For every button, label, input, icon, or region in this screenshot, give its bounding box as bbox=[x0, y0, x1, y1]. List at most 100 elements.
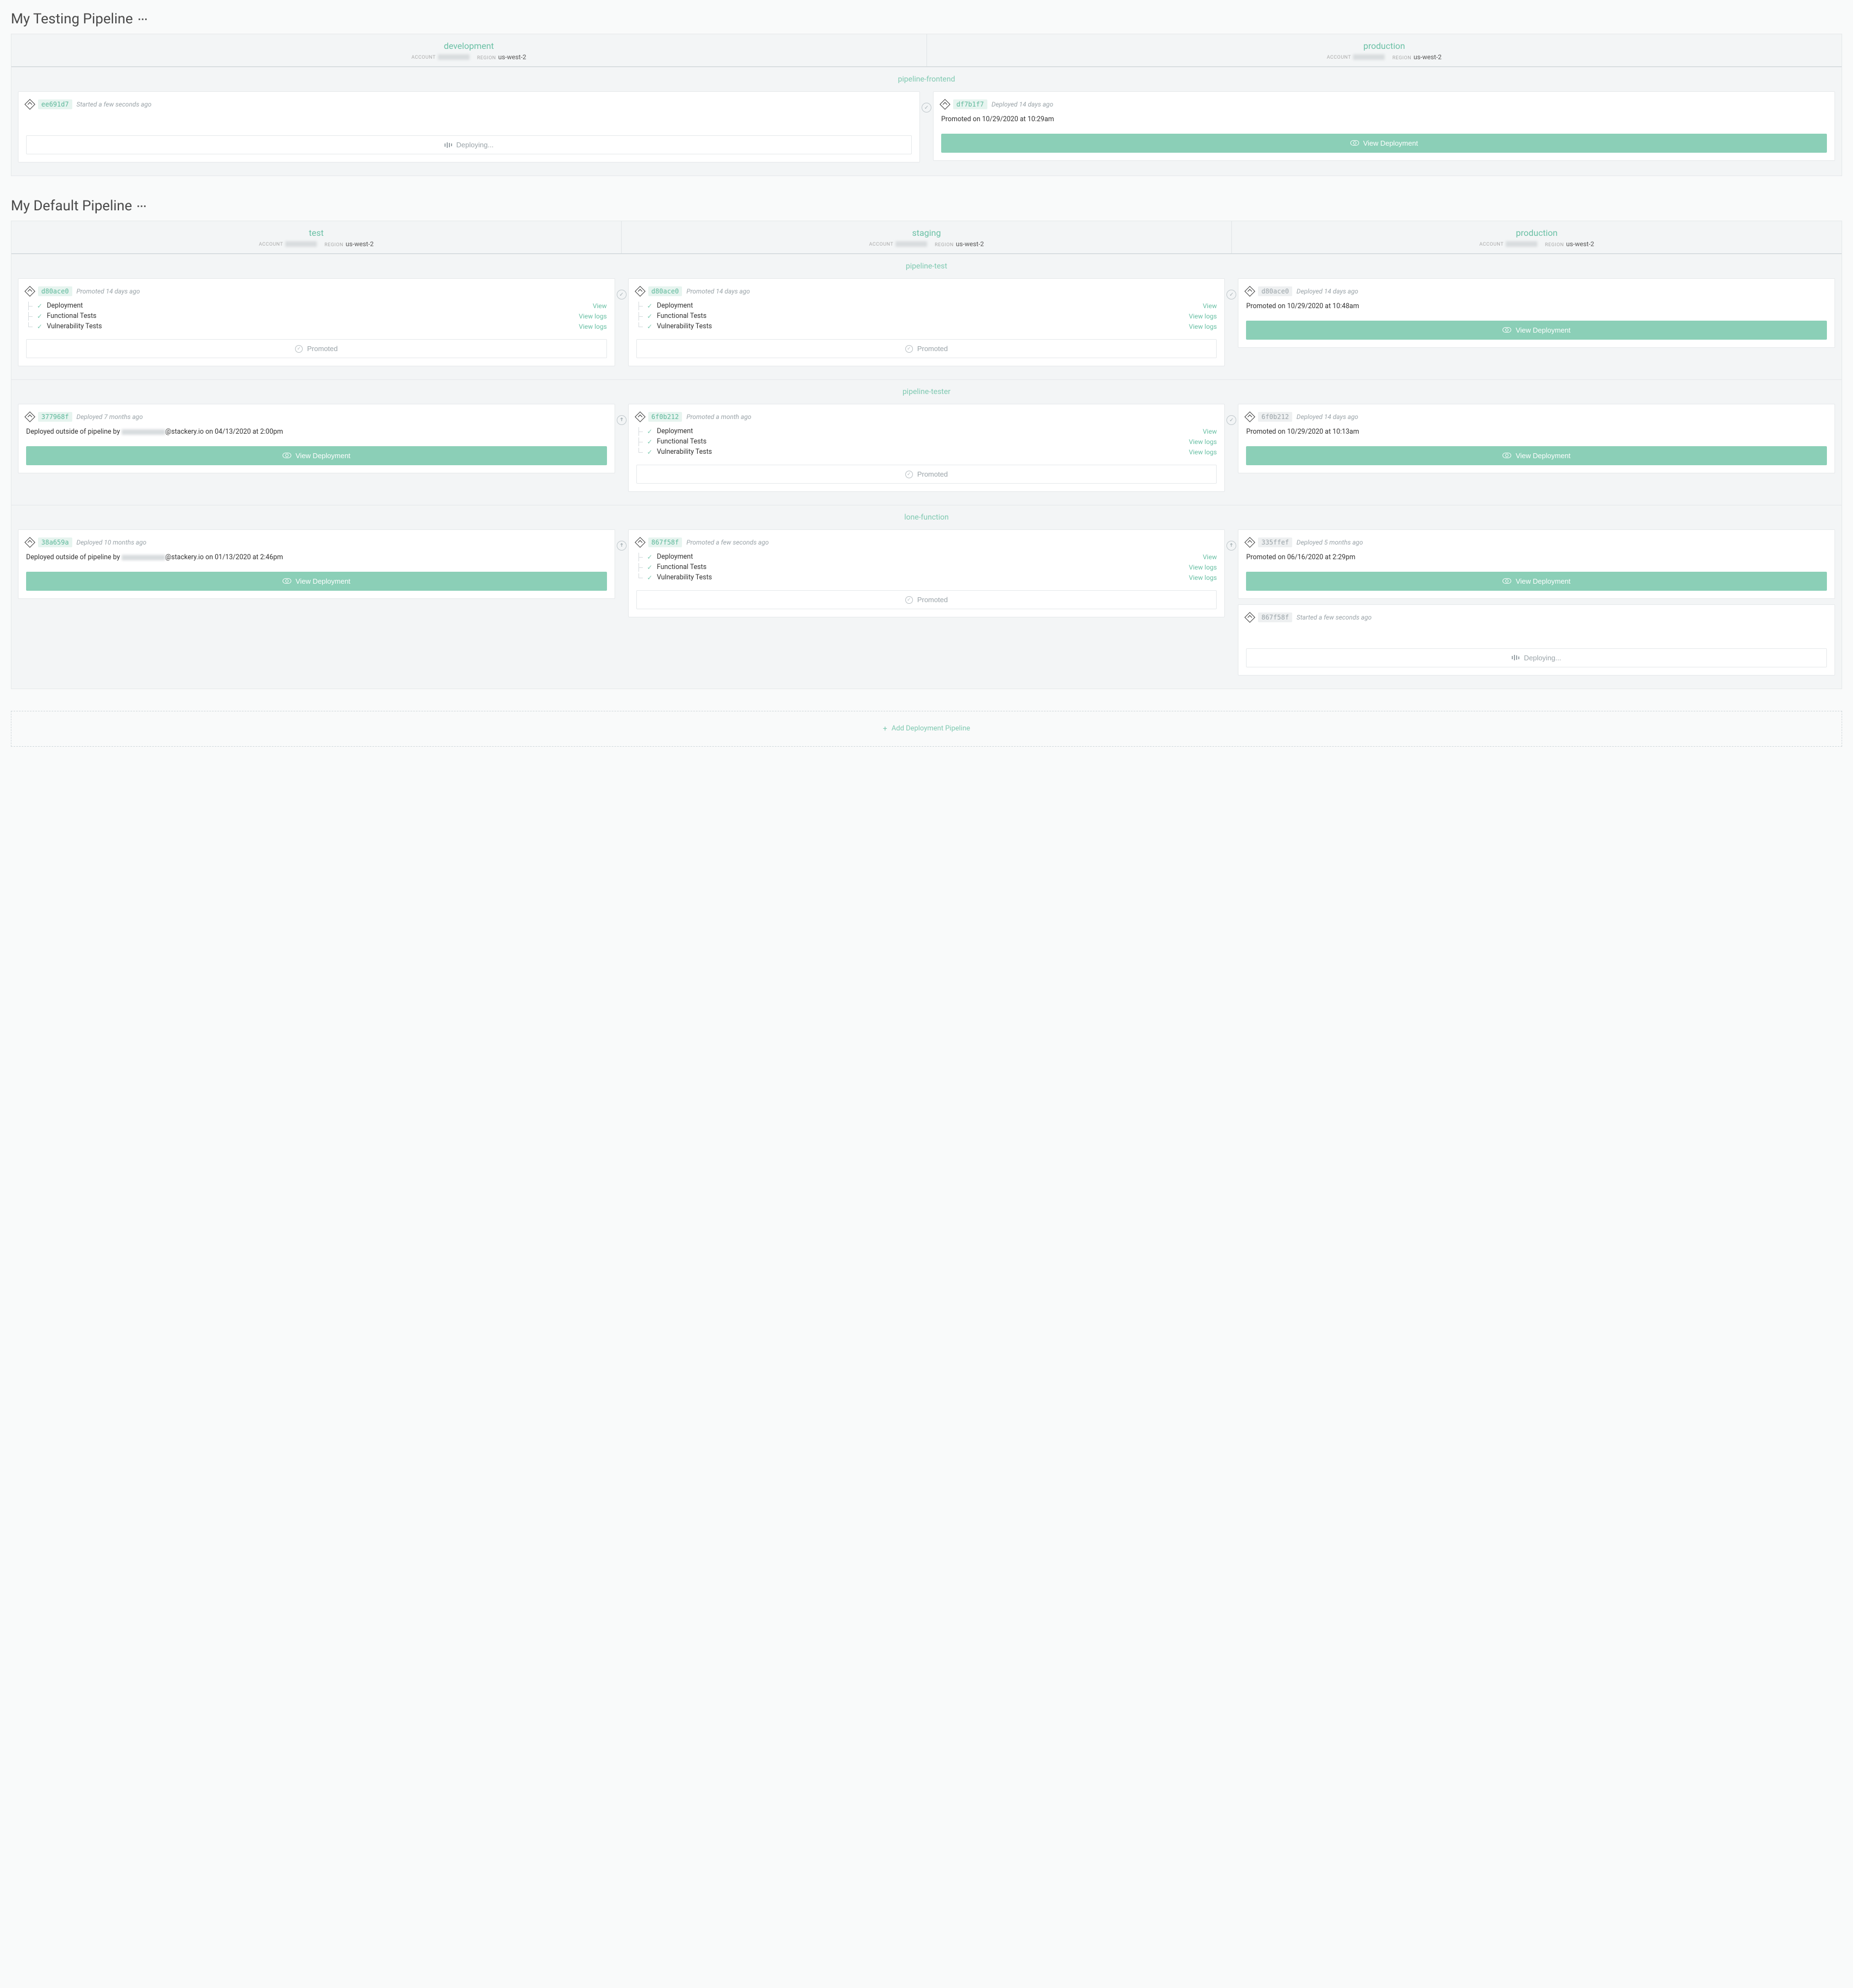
deployment-card: 867f58fStarted a few seconds ago Deployi… bbox=[1238, 604, 1835, 676]
commit-sha[interactable]: df7b1f7 bbox=[953, 99, 987, 109]
connector-check-icon bbox=[616, 289, 627, 300]
view-logs-link[interactable]: View logs bbox=[579, 323, 607, 330]
view-logs-link[interactable]: View logs bbox=[1189, 323, 1217, 330]
view-deployment-button[interactable]: View Deployment bbox=[1246, 572, 1827, 591]
stack-row: d80ace0Promoted 14 days ago✓DeploymentVi… bbox=[11, 278, 1842, 379]
view-deployment-button[interactable]: View Deployment bbox=[26, 446, 607, 465]
step-row: ✓DeploymentView bbox=[636, 426, 1217, 436]
stage-column: d80ace0Promoted 14 days ago✓DeploymentVi… bbox=[11, 278, 622, 379]
promoted-button: ✓Promoted bbox=[636, 465, 1217, 484]
commit-sha[interactable]: 867f58f bbox=[648, 537, 683, 547]
commit-sha[interactable]: ee691d7 bbox=[38, 99, 72, 109]
commit-icon bbox=[24, 537, 35, 548]
commit-sha[interactable]: 377968f bbox=[38, 412, 72, 422]
view-logs-link[interactable]: View logs bbox=[1189, 574, 1217, 582]
steps-list: ✓DeploymentView ✓ Functional TestsView log… bbox=[636, 552, 1217, 583]
redacted-email bbox=[122, 555, 165, 560]
stage-column: 38a659aDeployed 10 months agoDeployed ou… bbox=[11, 529, 622, 689]
deployment-card: 867f58fPromoted a few seconds ago✓Deploy… bbox=[628, 529, 1225, 617]
pipeline-title: My Default Pipeline bbox=[11, 198, 1842, 214]
more-icon[interactable] bbox=[137, 205, 146, 207]
step-row: ✓DeploymentView bbox=[636, 301, 1217, 311]
view-logs-link[interactable]: View logs bbox=[1189, 438, 1217, 446]
stack-row: ee691d7Started a few seconds ago Deployi… bbox=[11, 91, 1842, 176]
stack-name[interactable]: pipeline-test bbox=[11, 254, 1842, 278]
view-deployment-button[interactable]: View Deployment bbox=[1246, 321, 1827, 340]
step-name: Functional Tests bbox=[47, 312, 579, 320]
status-text: Deployed 14 days ago bbox=[1297, 413, 1359, 421]
pipeline-container: developmentACCOUNTREGIONus-west-2product… bbox=[11, 34, 1842, 176]
step-row: ✓Functional TestsView logs bbox=[636, 436, 1217, 447]
commit-icon bbox=[940, 99, 950, 110]
deployment-card: df7b1f7Deployed 14 days agoPromoted on 1… bbox=[933, 91, 1835, 161]
commit-icon bbox=[1244, 411, 1255, 422]
stack-name[interactable]: lone-function bbox=[11, 505, 1842, 529]
view-link[interactable]: View bbox=[1203, 302, 1217, 310]
steps-list: ✓DeploymentView✓Functional TestsView log… bbox=[636, 301, 1217, 332]
view-deployment-button[interactable]: View Deployment bbox=[1246, 446, 1827, 465]
card-body: Promoted on 06/16/2020 at 2:29pm bbox=[1246, 553, 1827, 563]
card-header: ee691d7Started a few seconds ago bbox=[26, 99, 912, 109]
commit-sha[interactable]: 335ffef bbox=[1258, 537, 1292, 547]
promoted-button: ✓Promoted bbox=[636, 339, 1217, 358]
card-header: 38a659aDeployed 10 months ago bbox=[26, 537, 607, 547]
deployment-card: 38a659aDeployed 10 months agoDeployed ou… bbox=[18, 529, 615, 599]
connector-check-icon bbox=[1226, 289, 1237, 300]
commit-sha[interactable]: d80ace0 bbox=[648, 286, 683, 296]
commit-sha[interactable]: 867f58f bbox=[1258, 612, 1292, 622]
commit-sha[interactable]: d80ace0 bbox=[38, 286, 72, 296]
commit-icon bbox=[635, 411, 646, 422]
view-link[interactable]: View bbox=[1203, 428, 1217, 435]
deployment-card: 335ffefDeployed 5 months agoPromoted on … bbox=[1238, 529, 1835, 599]
status-text: Promoted a month ago bbox=[686, 413, 751, 421]
steps-list: ✓DeploymentView✓Functional TestsView log… bbox=[636, 426, 1217, 457]
view-deployment-button[interactable]: View Deployment bbox=[26, 572, 607, 591]
step-row: ✓Vulnerability TestsView logs bbox=[636, 572, 1217, 583]
pipeline-block: My Default PipelinetestACCOUNTREGIONus-w… bbox=[11, 198, 1842, 689]
account-meta: ACCOUNT bbox=[411, 54, 469, 60]
view-logs-link[interactable]: View logs bbox=[579, 312, 607, 320]
promoted-check-icon: ✓ bbox=[905, 345, 913, 353]
step-name: Deployment bbox=[657, 427, 1203, 435]
view-logs-link[interactable]: View logs bbox=[1189, 312, 1217, 320]
region-label: REGION bbox=[324, 242, 343, 248]
stack-name[interactable]: pipeline-tester bbox=[11, 380, 1842, 404]
eye-icon bbox=[1503, 327, 1511, 333]
check-icon: ✓ bbox=[647, 302, 653, 310]
plus-icon: + bbox=[883, 724, 887, 733]
connector-promote-icon bbox=[616, 415, 627, 426]
deployment-card: d80ace0Deployed 14 days agoPromoted on 1… bbox=[1238, 278, 1835, 348]
redacted-account bbox=[1353, 54, 1385, 60]
add-pipeline-button[interactable]: +Add Deployment Pipeline bbox=[11, 711, 1842, 747]
commit-sha[interactable]: 6f0b212 bbox=[648, 412, 683, 422]
step-row: ✓DeploymentView bbox=[636, 552, 1217, 562]
commit-icon bbox=[635, 537, 646, 548]
stack-section: lone-function38a659aDeployed 10 months a… bbox=[11, 505, 1842, 689]
check-icon: ✓ bbox=[37, 323, 42, 330]
commit-sha[interactable]: 38a659a bbox=[38, 537, 72, 547]
account-label: ACCOUNT bbox=[1479, 242, 1504, 247]
check-icon: ✓ bbox=[647, 574, 653, 582]
view-logs-link[interactable]: View logs bbox=[1189, 448, 1217, 456]
step-name: Vulnerability Tests bbox=[47, 322, 579, 330]
stack-name[interactable]: pipeline-frontend bbox=[11, 67, 1842, 91]
stack-row: 377968fDeployed 7 months agoDeployed out… bbox=[11, 404, 1842, 505]
account-label: ACCOUNT bbox=[259, 242, 283, 247]
account-meta: ACCOUNT bbox=[259, 241, 317, 247]
region-label: REGION bbox=[1545, 242, 1564, 248]
view-link[interactable]: View bbox=[593, 302, 607, 310]
stage-column: df7b1f7Deployed 14 days agoPromoted on 1… bbox=[927, 91, 1842, 176]
commit-sha[interactable]: 6f0b212 bbox=[1258, 412, 1292, 422]
card-header: 867f58fStarted a few seconds ago bbox=[1246, 612, 1827, 622]
check-icon: ✓ bbox=[647, 448, 653, 456]
view-logs-link[interactable]: View logs bbox=[1189, 564, 1217, 571]
commit-sha[interactable]: d80ace0 bbox=[1258, 286, 1292, 296]
more-icon[interactable] bbox=[139, 18, 147, 20]
commit-icon bbox=[1244, 537, 1255, 548]
step-name: Functional Tests bbox=[657, 563, 1189, 571]
card-header: 6f0b212Promoted a month ago bbox=[636, 412, 1217, 422]
view-link[interactable]: View bbox=[1203, 553, 1217, 561]
view-deployment-button[interactable]: View Deployment bbox=[941, 134, 1827, 153]
stage-column: 335ffefDeployed 5 months agoPromoted on … bbox=[1231, 529, 1842, 689]
deployment-card: 6f0b212Deployed 14 days agoPromoted on 1… bbox=[1238, 404, 1835, 473]
